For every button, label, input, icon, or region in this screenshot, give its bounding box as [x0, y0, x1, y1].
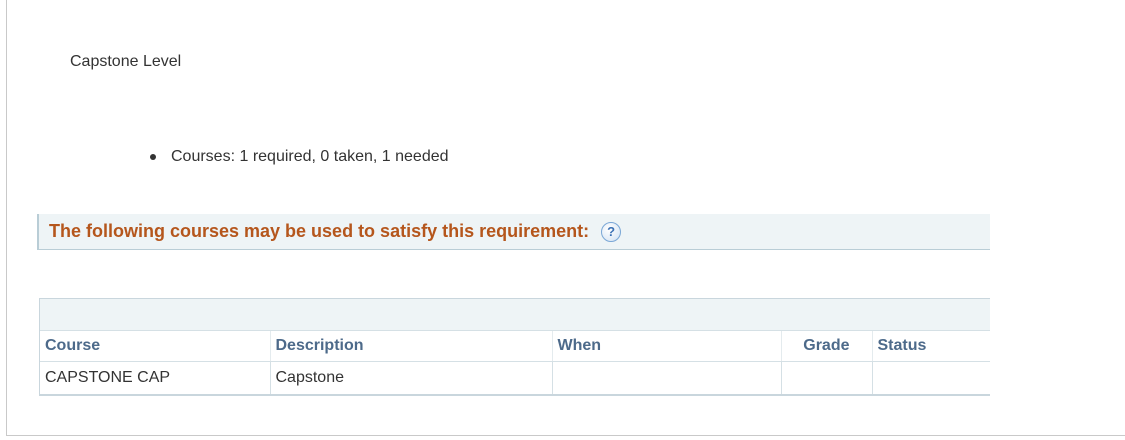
column-header-description: Description	[269, 331, 552, 362]
column-header-status: Status	[871, 331, 990, 362]
table-header-row: Course Description When Grade Status	[40, 331, 990, 362]
column-header-grade: Grade	[780, 331, 872, 362]
cell-description: Capstone	[269, 361, 553, 394]
cell-course: CAPSTONE CAP	[40, 361, 271, 394]
course-table: Course Description When Grade Status CAP…	[39, 298, 990, 396]
table-row: CAPSTONE CAP Capstone	[40, 361, 990, 394]
requirement-text: Courses: 1 required, 0 taken, 1 needed	[171, 148, 449, 165]
cell-grade	[780, 361, 873, 394]
column-header-course: Course	[40, 331, 270, 362]
requirements-list: Courses: 1 required, 0 taken, 1 needed	[150, 148, 449, 166]
satisfy-heading: The following courses may be used to sat…	[49, 221, 590, 241]
column-header-when: When	[551, 331, 781, 362]
bullet-icon	[150, 154, 156, 160]
courses-table: Course Description When Grade Status CAP…	[40, 331, 990, 394]
cell-when	[551, 361, 782, 394]
help-icon[interactable]: ?	[601, 221, 622, 242]
level-title: Capstone Level	[70, 53, 182, 70]
cell-status	[871, 361, 990, 394]
satisfy-heading-bar: The following courses may be used to sat…	[37, 214, 990, 250]
table-caption-bar	[40, 299, 990, 331]
list-item: Courses: 1 required, 0 taken, 1 needed	[150, 148, 449, 166]
